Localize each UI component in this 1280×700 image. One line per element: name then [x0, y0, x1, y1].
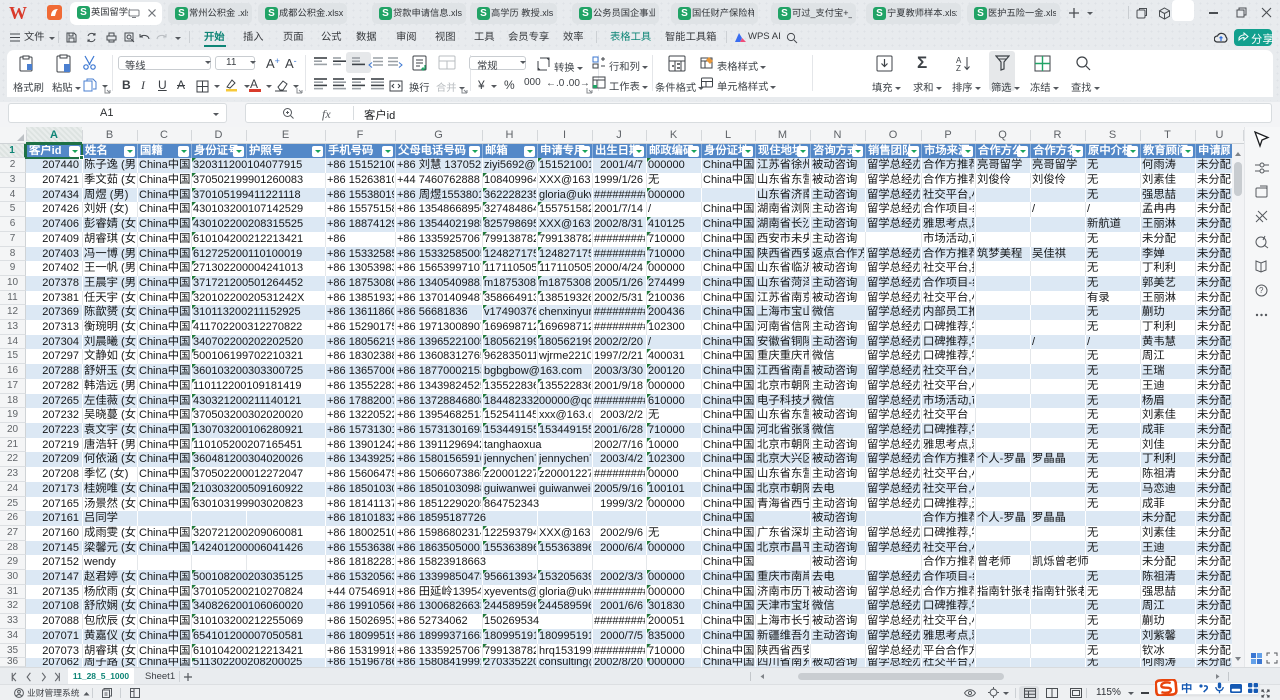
svg-text:?: ?: [1259, 286, 1264, 295]
svg-text:Z: Z: [956, 64, 961, 72]
svg-text:W: W: [9, 3, 27, 23]
